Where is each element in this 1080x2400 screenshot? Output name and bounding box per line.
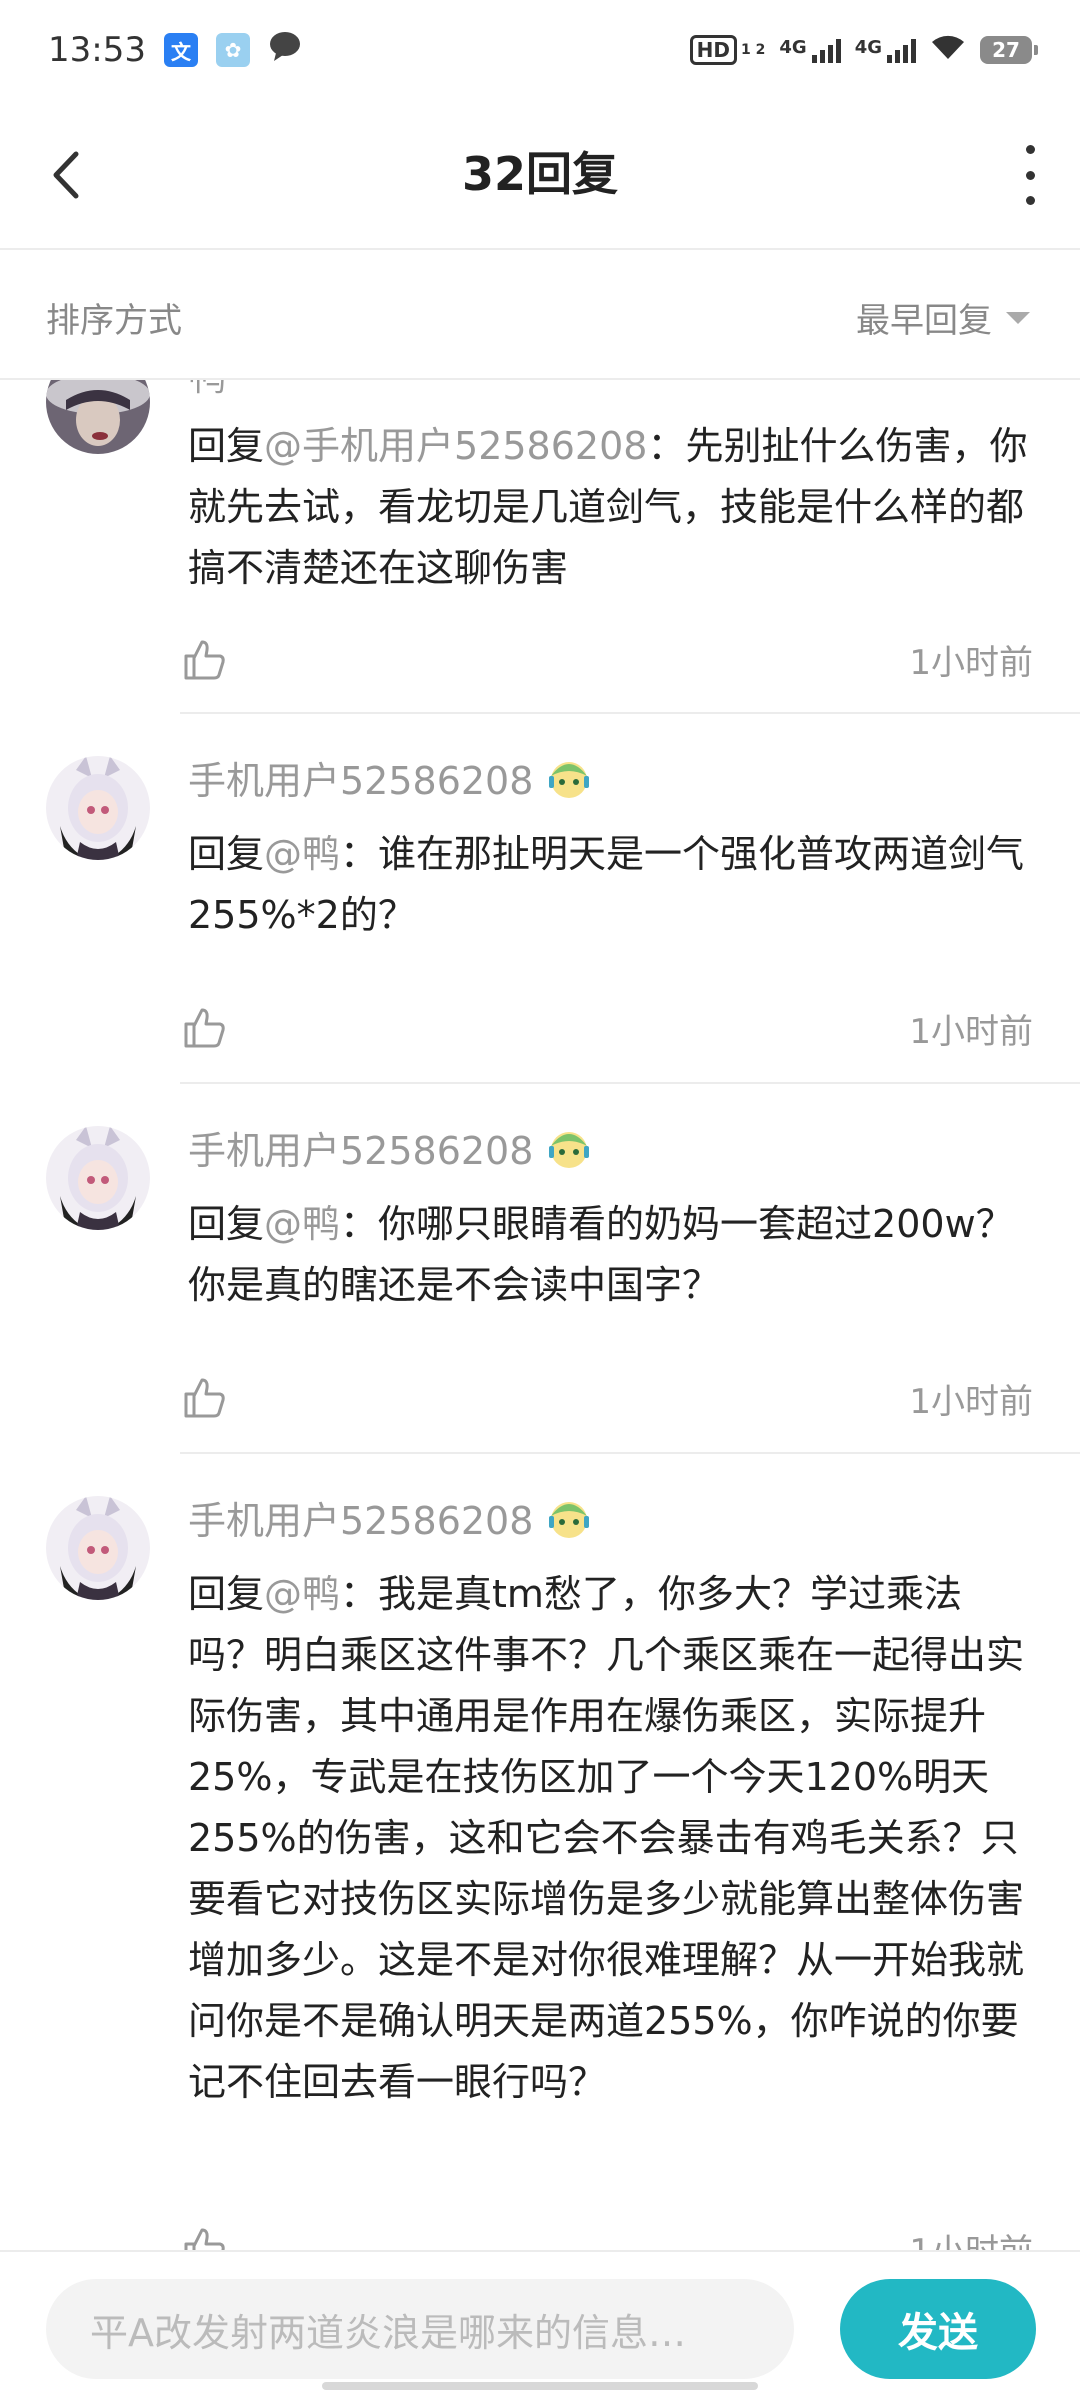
battery-icon: 27 <box>980 36 1038 64</box>
avatar[interactable] <box>46 756 150 860</box>
send-button[interactable]: 发送 <box>840 2279 1036 2379</box>
comment-text[interactable]: 回复@鸭：我是真tm愁了，你多大？学过乘法吗？明白乘区这件事不？几个乘区乘在一起… <box>188 1564 1033 2113</box>
sort-dropdown[interactable]: 最早回复 <box>856 293 1030 342</box>
user-badge-icon <box>549 761 590 798</box>
sort-label: 排序方式 <box>46 301 182 341</box>
comment-time: 1小时前 <box>909 1012 1033 1052</box>
comment-time: 1小时前 <box>909 2224 1033 2250</box>
mention-link[interactable]: @鸭 <box>264 1572 340 1616</box>
comment-text[interactable]: 回复@手机用户52586208：先别扯什么伤害，你就先去试，看龙切是几道剑气，技… <box>188 416 1033 599</box>
divider <box>180 712 1080 714</box>
comment-time: 1小时前 <box>909 643 1033 683</box>
more-dot-icon <box>1025 196 1035 205</box>
avatar[interactable] <box>46 1496 150 1600</box>
avatar[interactable] <box>46 1126 150 1230</box>
comment-text[interactable]: 回复@鸭：谁在那扯明天是一个强化普攻两道剑气255%*2的？ <box>188 824 1033 946</box>
status-left: 13:53 文 ✿ <box>48 29 302 72</box>
user-badge-icon <box>549 1131 590 1168</box>
thumbs-up-icon <box>184 1008 225 1048</box>
comment-input[interactable]: 平A改发射两道炎浪是哪来的信息… <box>46 2279 794 2379</box>
sort-bar: 排序方式 最早回复 <box>0 250 1080 380</box>
mention-link[interactable]: @鸭 <box>264 1202 340 1246</box>
more-dot-icon <box>1025 170 1035 180</box>
like-button[interactable] <box>180 1374 228 1422</box>
comment-input-placeholder: 平A改发射两道炎浪是哪来的信息… <box>90 2310 686 2355</box>
comment-username[interactable]: 手机用户52586208 <box>188 1120 593 1175</box>
avatar[interactable] <box>46 380 150 454</box>
comment-username[interactable]: 鸭 <box>188 380 226 401</box>
hd-badge-sub: 1 2 <box>741 42 766 58</box>
page-title: 32回复 <box>461 147 618 201</box>
status-bar: 13:53 文 ✿ HD 1 2 4G 4G 27 <box>0 0 1080 100</box>
signal-strength-icon-1: 4G <box>779 37 841 63</box>
divider <box>180 1452 1080 1454</box>
user-badge-icon <box>549 1501 590 1538</box>
status-right: HD 1 2 4G 4G 27 <box>689 33 1038 67</box>
more-options-button[interactable] <box>1010 145 1050 205</box>
translate-app-icon: 文 <box>163 33 198 67</box>
comment-username[interactable]: 手机用户52586208 <box>188 750 593 805</box>
comment-time: 1小时前 <box>909 1382 1033 1422</box>
status-time: 13:53 <box>48 30 146 70</box>
hd-badge: HD <box>689 35 738 65</box>
message-icon <box>268 29 302 72</box>
thumbs-up-icon <box>184 2228 225 2250</box>
comment-list[interactable]: 鸭 回复@手机用户52586208：先别扯什么伤害，你就先去试，看龙切是几道剑气… <box>0 380 1080 2250</box>
comment-composer: 平A改发射两道炎浪是哪来的信息… 发送 <box>0 2250 1080 2400</box>
comment-text[interactable]: 回复@鸭：你哪只眼睛看的奶妈一套超过200w？你是真的瞎还是不会读中国字？ <box>188 1194 1033 1316</box>
divider <box>180 1082 1080 1084</box>
game-app-icon: ✿ <box>215 33 250 67</box>
wifi-icon <box>930 33 966 67</box>
like-button[interactable] <box>180 636 228 684</box>
mention-link[interactable]: @手机用户52586208 <box>264 424 647 468</box>
signal-strength-icon-2: 4G <box>855 37 916 63</box>
caret-down-icon <box>1006 311 1030 324</box>
more-dot-icon <box>1025 145 1035 154</box>
sort-selected-value: 最早回复 <box>856 301 992 341</box>
like-button[interactable] <box>180 1004 228 1052</box>
title-bar: 32回复 <box>0 100 1080 250</box>
mention-link[interactable]: @鸭 <box>264 832 340 876</box>
thumbs-up-icon <box>184 640 225 680</box>
like-button[interactable] <box>180 2224 228 2250</box>
comment-username[interactable]: 手机用户52586208 <box>188 1490 593 1545</box>
thumbs-up-icon <box>184 1378 225 1418</box>
home-indicator[interactable] <box>322 2382 758 2390</box>
